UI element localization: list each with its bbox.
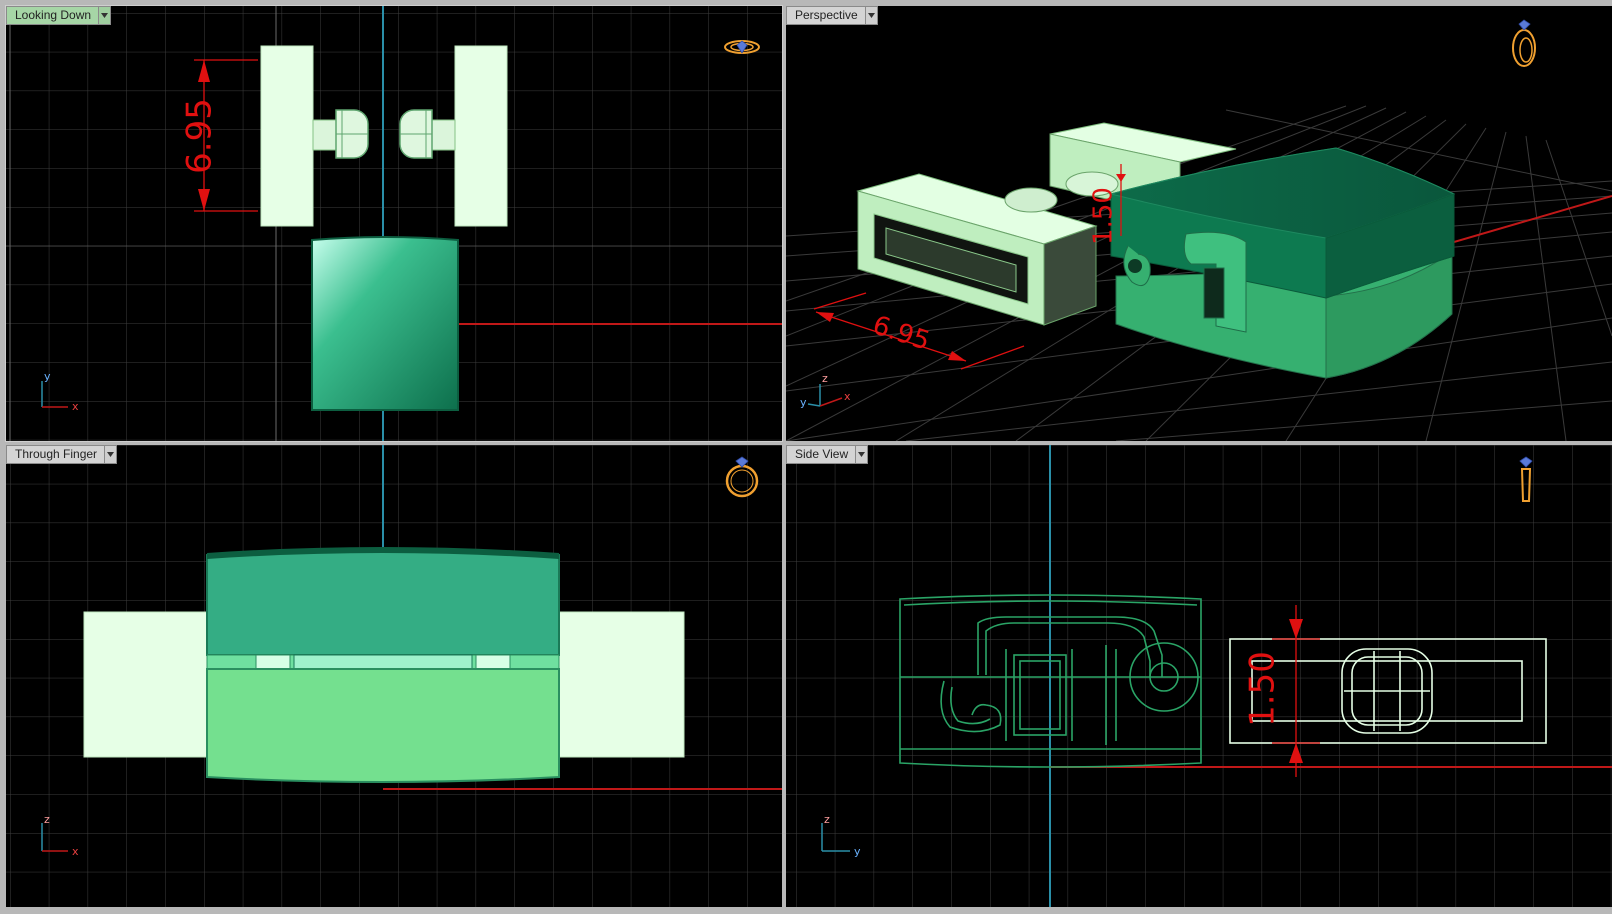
perspective-scene: 6.95 1.50 z y x bbox=[786, 19, 1612, 441]
through-finger-scene: z x bbox=[6, 445, 782, 907]
chevron-down-icon[interactable] bbox=[855, 446, 868, 463]
ring-perspective-icon[interactable] bbox=[1512, 19, 1536, 67]
viewport-through-finger[interactable]: z x Through Finger bbox=[6, 445, 782, 907]
chevron-down-icon[interactable] bbox=[104, 446, 117, 463]
chevron-down-icon[interactable] bbox=[98, 7, 111, 24]
hinge-strip bbox=[206, 654, 560, 670]
axis-triad: z y x bbox=[800, 372, 851, 409]
viewport-label-looking-down[interactable]: Looking Down bbox=[6, 6, 112, 25]
clasp-upper-body bbox=[206, 547, 560, 656]
axis-label-y: y bbox=[800, 396, 807, 409]
dimension-label: 1.50 bbox=[1243, 651, 1283, 727]
viewport-title: Looking Down bbox=[15, 8, 92, 22]
axis-label-z: z bbox=[822, 372, 828, 385]
axis-label-y: y bbox=[854, 845, 861, 858]
axis-label-x: x bbox=[844, 390, 851, 403]
viewport-title: Perspective bbox=[795, 8, 858, 22]
viewport-label-perspective[interactable]: Perspective bbox=[786, 6, 878, 25]
axis-label-y: y bbox=[44, 370, 51, 383]
viewport-label-side-view[interactable]: Side View bbox=[786, 445, 869, 464]
left-frame-part bbox=[856, 173, 1098, 326]
viewport-label-through-finger[interactable]: Through Finger bbox=[6, 445, 118, 464]
chevron-down-icon[interactable] bbox=[864, 7, 877, 24]
dimension-label: 6.95 bbox=[180, 98, 220, 174]
clasp-body bbox=[311, 236, 459, 411]
side-view-scene: 1.50 z y bbox=[786, 445, 1612, 907]
axis-label-x: x bbox=[72, 845, 79, 858]
dimension-label-length: 6.95 bbox=[869, 310, 933, 356]
dimension-label-height: 1.50 bbox=[1089, 187, 1119, 245]
looking-down-scene: 6.95 y x bbox=[6, 6, 782, 441]
axis-label-z: z bbox=[824, 813, 830, 826]
axis-label-z: z bbox=[44, 813, 50, 826]
viewport-perspective[interactable]: 6.95 1.50 z y x Perspective bbox=[786, 6, 1612, 441]
viewport-side-view[interactable]: 1.50 z y Side View bbox=[786, 445, 1612, 907]
viewport-title: Side View bbox=[795, 447, 849, 461]
viewport-looking-down[interactable]: 6.95 y x Looking Down bbox=[5, 5, 783, 442]
viewport-title: Through Finger bbox=[15, 447, 98, 461]
axis-label-x: x bbox=[72, 400, 79, 413]
clasp-lower-body bbox=[206, 668, 560, 783]
